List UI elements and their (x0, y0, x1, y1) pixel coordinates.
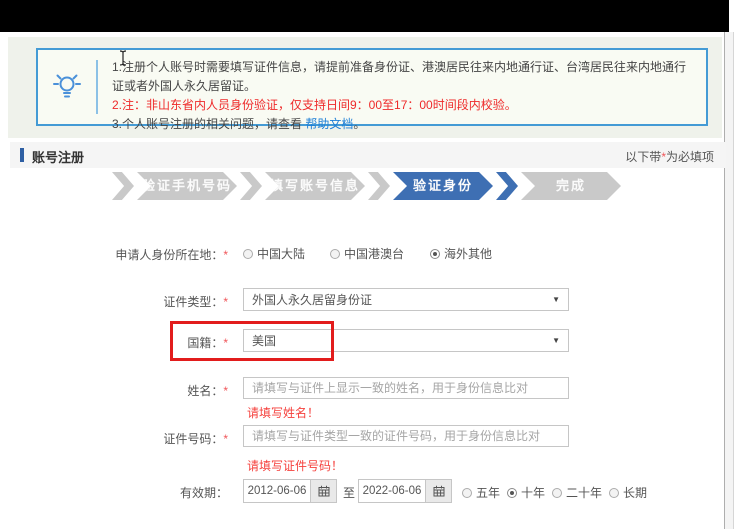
cert-number-label: 证件号码：* (8, 430, 228, 447)
required-fields-hint: 以下带*为必填项 (625, 148, 714, 165)
cert-number-label-text: 证件号码： (163, 432, 223, 446)
name-required-star: * (223, 384, 228, 398)
location-required-star: * (223, 248, 228, 262)
radio-five-years[interactable]: 五年 (462, 484, 500, 501)
notice-line-3-suffix: 。 (353, 117, 365, 131)
name-label: 姓名：* (8, 382, 228, 399)
window-black-bar (0, 0, 729, 32)
title-accent-bar (20, 148, 24, 162)
location-label: 申请人身份所在地：* (8, 246, 228, 263)
radio-label: 中国港澳台 (344, 245, 404, 262)
end-date-value: 2022-06-06 (359, 485, 425, 497)
section-header: 账号注册 以下带*为必填项 (10, 142, 726, 168)
cert-type-select[interactable]: 外国人永久居留身份证 ▼ (243, 288, 569, 311)
validity-label: 有效期： (8, 484, 228, 501)
notice-panel: 1.注册个人账号时需要填写证件信息，请提前准备身份证、港澳居民往来内地通行证、台… (8, 37, 722, 138)
radio-icon (430, 249, 440, 259)
scrollbar[interactable] (724, 32, 734, 529)
radio-icon (507, 488, 517, 498)
cert-type-required-star: * (223, 295, 228, 309)
radio-label: 长期 (623, 484, 647, 501)
radio-icon (609, 488, 619, 498)
notice-line-3: 3.个人账号注册的相关问题，请查看 帮助文档。 (112, 115, 696, 134)
name-label-text: 姓名： (187, 384, 223, 398)
radio-label: 海外其他 (444, 245, 492, 262)
start-date-value: 2012-06-06 (244, 485, 310, 497)
validity-start-date[interactable]: 2012-06-06 (243, 479, 337, 503)
page-title: 账号注册 (32, 147, 84, 166)
text-cursor-icon (118, 50, 128, 69)
lightbulb-icon (38, 50, 96, 124)
location-label-text: 申请人身份所在地： (115, 248, 223, 262)
step-verify-identity: 验证身份 (393, 172, 493, 200)
radio-mainland-china[interactable]: 中国大陆 (243, 245, 305, 262)
radio-hk-macao-taiwan[interactable]: 中国港澳台 (330, 245, 404, 262)
radio-label: 五年 (476, 484, 500, 501)
required-hint-suffix: 为必填项 (666, 150, 714, 164)
radio-ten-years[interactable]: 十年 (507, 484, 545, 501)
step-chevron-icon (496, 172, 518, 200)
cert-number-required-star: * (223, 432, 228, 446)
cert-number-input[interactable] (243, 425, 569, 447)
step-chevron-icon (368, 172, 390, 200)
nationality-label: 国籍：* (8, 334, 228, 351)
radio-icon (330, 249, 340, 259)
step-complete: 完成 (521, 172, 621, 200)
step-progress-bar: 验证手机号码 填写账号信息 验证身份 完成 (112, 172, 624, 200)
validity-period-options: 五年 十年 二十年 长期 (462, 484, 647, 501)
cert-number-error-message: 请填写证件号码！ (247, 457, 343, 474)
nationality-select[interactable]: 美国 ▼ (243, 329, 569, 352)
radio-twenty-years[interactable]: 二十年 (552, 484, 602, 501)
radio-icon (243, 249, 253, 259)
radio-overseas-other[interactable]: 海外其他 (430, 245, 492, 262)
nationality-label-text: 国籍： (187, 336, 223, 350)
calendar-icon[interactable] (425, 480, 451, 502)
notice-line-2: 2.注：非山东省内人员身份验证，仅支持日间9：00至17：00时间段内校验。 (112, 96, 696, 115)
radio-label: 二十年 (566, 484, 602, 501)
cert-type-label-text: 证件类型： (163, 295, 223, 309)
calendar-icon[interactable] (310, 480, 336, 502)
nationality-value: 美国 (252, 332, 276, 349)
chevron-down-icon: ▼ (552, 336, 560, 345)
radio-icon (462, 488, 472, 498)
validity-end-date[interactable]: 2022-06-06 (358, 479, 452, 503)
radio-long-term[interactable]: 长期 (609, 484, 647, 501)
notice-line-3-text: 3.个人账号注册的相关问题，请查看 (112, 117, 305, 131)
step-verify-phone: 验证手机号码 (137, 172, 237, 200)
notice-line-1: 1.注册个人账号时需要填写证件信息，请提前准备身份证、港澳居民往来内地通行证、台… (112, 58, 696, 96)
radio-icon (552, 488, 562, 498)
help-doc-link[interactable]: 帮助文档 (305, 117, 353, 131)
name-error-message: 请填写姓名！ (247, 404, 319, 421)
chevron-down-icon: ▼ (552, 295, 560, 304)
step-chevron-icon (240, 172, 262, 200)
name-input[interactable] (243, 377, 569, 399)
step-chevron-icon (112, 172, 134, 200)
step-account-info: 填写账号信息 (265, 172, 365, 200)
cert-type-label: 证件类型：* (8, 293, 228, 310)
date-range-to-label: 至 (343, 484, 355, 501)
radio-label: 十年 (521, 484, 545, 501)
cert-type-value: 外国人永久居留身份证 (252, 291, 372, 308)
required-hint-prefix: 以下带 (625, 150, 661, 164)
nationality-required-star: * (223, 336, 228, 350)
radio-label: 中国大陆 (257, 245, 305, 262)
notice-box: 1.注册个人账号时需要填写证件信息，请提前准备身份证、港澳居民往来内地通行证、台… (36, 48, 708, 126)
